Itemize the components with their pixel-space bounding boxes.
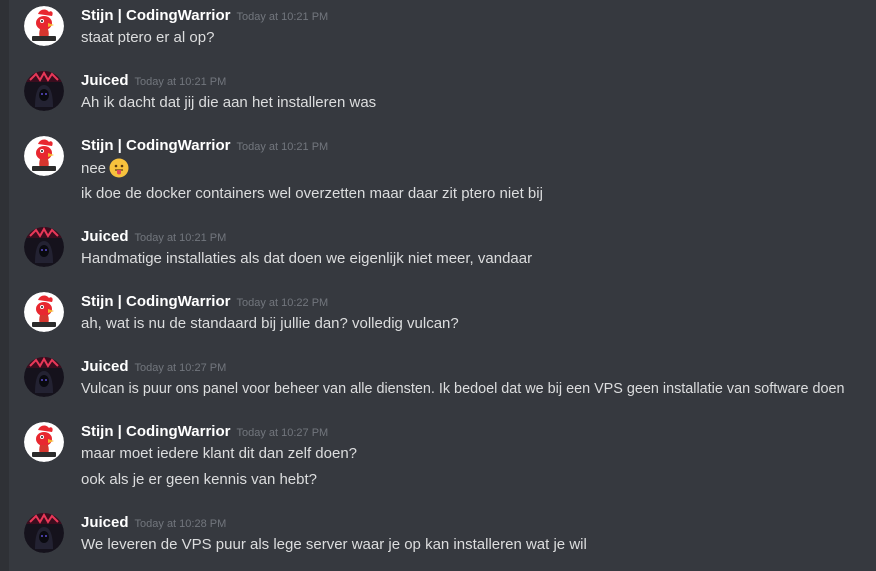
timestamp: Today at 10:21 PM	[134, 232, 227, 244]
username[interactable]: Stijn | CodingWarrior	[81, 423, 230, 440]
message-group: Juiced Today at 10:21 PM Ah ik dacht dat …	[24, 71, 876, 115]
message-header: Juiced Today at 10:28 PM	[81, 513, 226, 534]
message-header: Juiced Today at 10:21 PM	[81, 71, 226, 92]
username[interactable]: Juiced	[81, 514, 129, 531]
message-group: Juiced Today at 10:27 PM Vulcan is puur o…	[24, 357, 876, 401]
username[interactable]: Juiced	[81, 228, 129, 245]
message-header: Stijn | CodingWarrior Today at 10:27 PM	[81, 422, 328, 443]
rooster-avatar-icon[interactable]	[24, 136, 64, 176]
hooded-figure-avatar-icon[interactable]	[24, 227, 64, 267]
message-text: staat ptero er al op?	[81, 29, 215, 46]
message-group: Stijn | CodingWarrior Today at 10:21 PM s…	[24, 6, 876, 50]
message-group: Stijn | CodingWarrior Today at 10:27 PM m…	[24, 422, 876, 492]
message-header: Stijn | CodingWarrior Today at 10:22 PM	[81, 292, 328, 313]
rooster-avatar-icon[interactable]	[24, 6, 64, 46]
timestamp: Today at 10:21 PM	[236, 141, 329, 153]
timestamp: Today at 10:21 PM	[134, 76, 227, 88]
message-group: Stijn | CodingWarrior Today at 10:22 PM a…	[24, 292, 876, 336]
timestamp: Today at 10:28 PM	[134, 518, 227, 530]
username[interactable]: Juiced	[81, 72, 129, 89]
scroll-gutter	[0, 0, 9, 571]
username[interactable]: Juiced	[81, 358, 129, 375]
tongue-out-emoji-icon[interactable]	[109, 158, 129, 184]
message-text: maar moet iedere klant dit dan zelf doen…	[81, 445, 357, 462]
message-group: Juiced Today at 10:21 PM Handmatige insta…	[24, 227, 876, 271]
message-text: Vulcan is puur ons panel voor beheer van…	[81, 381, 845, 397]
timestamp: Today at 10:21 PM	[236, 11, 329, 23]
rooster-avatar-icon[interactable]	[24, 292, 64, 332]
chat-messages: Stijn | CodingWarrior Today at 10:21 PM s…	[0, 0, 876, 571]
timestamp: Today at 10:22 PM	[236, 297, 329, 309]
message-group: Juiced Today at 10:28 PM We leveren de VP…	[24, 513, 876, 557]
message-header: Stijn | CodingWarrior Today at 10:21 PM	[81, 6, 328, 27]
message-text-content: nee	[81, 160, 107, 177]
message-header: Juiced Today at 10:21 PM	[81, 227, 226, 248]
hooded-figure-avatar-icon[interactable]	[24, 71, 64, 111]
timestamp: Today at 10:27 PM	[236, 427, 329, 439]
timestamp: Today at 10:27 PM	[134, 362, 227, 374]
message-text: ik doe de docker containers wel overzett…	[81, 185, 543, 202]
username[interactable]: Stijn | CodingWarrior	[81, 137, 230, 154]
rooster-avatar-icon[interactable]	[24, 422, 64, 462]
message-header: Juiced Today at 10:27 PM	[81, 357, 226, 378]
message-text: ah, wat is nu de standaard bij jullie da…	[81, 315, 459, 332]
message-text: nee	[81, 158, 129, 184]
username[interactable]: Stijn | CodingWarrior	[81, 7, 230, 24]
username[interactable]: Stijn | CodingWarrior	[81, 293, 230, 310]
message-text: Ah ik dacht dat jij die aan het installe…	[81, 94, 377, 111]
hooded-figure-avatar-icon[interactable]	[24, 513, 64, 553]
message-text: Handmatige installaties als dat doen we …	[81, 250, 533, 267]
message-header: Stijn | CodingWarrior Today at 10:21 PM	[81, 136, 328, 157]
message-text: We leveren de VPS puur als lege server w…	[81, 536, 587, 553]
message-group: Stijn | CodingWarrior Today at 10:21 PM n…	[24, 136, 876, 206]
hooded-figure-avatar-icon[interactable]	[24, 357, 64, 397]
message-text: ook als je er geen kennis van hebt?	[81, 471, 317, 488]
